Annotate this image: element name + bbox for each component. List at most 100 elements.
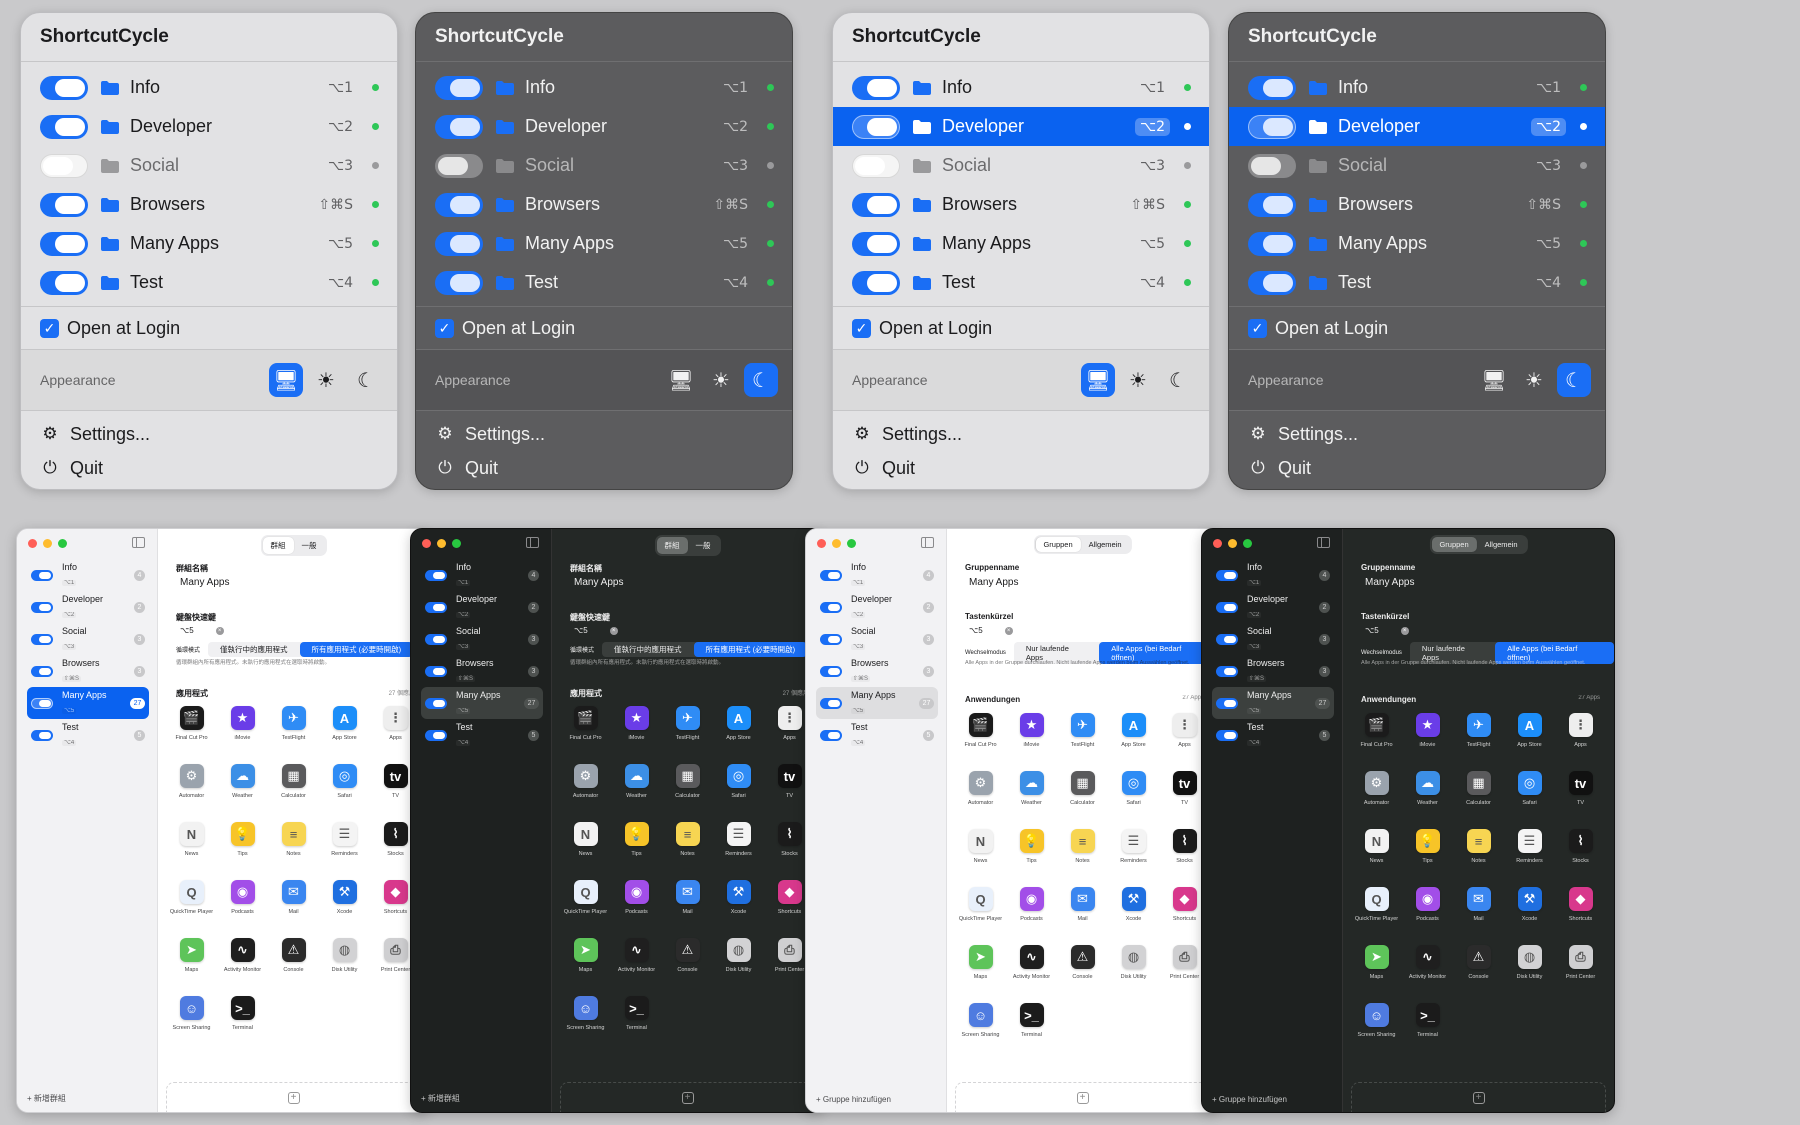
app-item[interactable]: ◍ Disk Utility [319,938,370,996]
minimize-button[interactable] [1228,539,1237,548]
menu-group-row[interactable]: Info ⌥1 [833,68,1209,107]
open-at-login-item[interactable]: ✓ Open at Login [21,307,397,349]
shortcut-recorder[interactable]: ⌥5 × [180,626,224,635]
app-item[interactable]: ⚠ Console [268,938,319,996]
app-item[interactable]: 🎬 Final Cut Pro [166,706,217,764]
app-item[interactable]: ★ iMovie [1006,713,1057,771]
app-item[interactable]: ⚙ Automator [955,771,1006,829]
app-item[interactable]: ☺ Screen Sharing [560,996,611,1054]
open-at-login-item[interactable]: ✓ Open at Login [416,307,792,349]
settings-item[interactable]: ⚙ Settings... [21,417,397,451]
sidebar-item[interactable]: Developer ⌥2 2 [1212,591,1334,623]
menu-group-row[interactable]: Browsers ⇧⌘S [21,185,397,224]
group-toggle[interactable] [40,153,88,178]
app-item[interactable]: >_ Terminal [611,996,662,1054]
group-name-field[interactable]: Many Apps [574,577,623,588]
group-name-field[interactable]: Many Apps [1365,577,1414,588]
menu-group-row[interactable]: Developer ⌥2 [416,107,792,146]
group-toggle[interactable] [1248,270,1296,295]
app-item[interactable]: ☁ Weather [1006,771,1057,829]
app-item[interactable]: ➤ Maps [955,945,1006,1003]
app-item[interactable]: 💡 Tips [1402,829,1453,887]
group-toggle[interactable] [1216,697,1238,709]
app-item[interactable]: ☺ Screen Sharing [166,996,217,1054]
menu-group-row[interactable]: Many Apps ⌥5 [833,224,1209,263]
moon-icon[interactable]: ☾ [1557,363,1591,397]
sidebar-item[interactable]: Many Apps ⌥5 27 [27,687,149,719]
app-item[interactable]: ✈ TestFlight [1057,713,1108,771]
app-item[interactable]: ◉ Podcasts [611,880,662,938]
group-toggle[interactable] [40,114,88,139]
quit-item[interactable]: ⏻ Quit [21,451,397,485]
add-group-button[interactable]: + 新增群組 [27,1093,66,1104]
plus-icon[interactable]: + [1076,1091,1089,1104]
group-toggle[interactable] [31,601,53,613]
sidebar-item[interactable]: Browsers ⇧⌘S 3 [27,655,149,687]
group-toggle[interactable] [435,153,483,178]
tab-general[interactable]: Allgemein [1477,537,1526,552]
add-group-button[interactable]: + Gruppe hinzufügen [816,1095,891,1104]
clear-shortcut-icon[interactable]: × [215,626,224,635]
group-toggle[interactable] [1248,192,1296,217]
group-toggle[interactable] [435,270,483,295]
group-toggle[interactable] [40,192,88,217]
sidebar-item[interactable]: Browsers ⇧⌘S 3 [816,655,938,687]
group-toggle[interactable] [31,697,53,709]
app-item[interactable]: ☰ Reminders [713,822,764,880]
app-item[interactable]: ⚒ Xcode [713,880,764,938]
app-item[interactable]: ✉ Mail [662,880,713,938]
app-item[interactable]: ◎ Safari [1504,771,1555,829]
group-toggle[interactable] [31,665,53,677]
sidebar-item[interactable]: Social ⌥3 3 [421,623,543,655]
minimize-button[interactable] [832,539,841,548]
tab-general[interactable]: 一般 [688,537,719,554]
app-item[interactable]: ⚒ Xcode [319,880,370,938]
tab-groups[interactable]: Gruppen [1035,537,1081,552]
app-item[interactable]: ◎ Safari [319,764,370,822]
zoom-button[interactable] [1243,539,1252,548]
menu-group-row[interactable]: Info ⌥1 [416,68,792,107]
moon-icon[interactable]: ☾ [744,363,778,397]
tab-groups[interactable]: 群組 [656,537,688,554]
menu-group-row[interactable]: Info ⌥1 [1229,68,1605,107]
checkmark-icon[interactable]: ✓ [435,318,454,338]
open-at-login-item[interactable]: ✓ Open at Login [1229,307,1605,349]
app-item[interactable]: ⎙ Print Center [1555,945,1606,1003]
app-item[interactable]: A App Store [713,706,764,764]
app-item[interactable]: ☰ Reminders [319,822,370,880]
settings-item[interactable]: ⚙ Settings... [1229,417,1605,451]
checkmark-icon[interactable]: ✓ [1248,318,1267,338]
group-toggle[interactable] [31,569,53,581]
sidebar-item[interactable]: Developer ⌥2 2 [27,591,149,623]
clear-shortcut-icon[interactable]: × [609,626,618,635]
add-app-drop-zone[interactable]: + [1351,1082,1606,1112]
group-toggle[interactable] [40,270,88,295]
app-item[interactable]: ◉ Podcasts [1402,887,1453,945]
app-item[interactable]: ➤ Maps [560,938,611,996]
group-toggle[interactable] [1248,114,1296,139]
add-app-drop-zone[interactable]: + [955,1082,1210,1112]
mode-all-option[interactable]: 所有應用程式 (必要時開啟) [693,642,808,657]
sidebar-item[interactable]: Test ⌥4 5 [1212,719,1334,751]
app-item[interactable]: >_ Terminal [1402,1003,1453,1061]
sun-icon[interactable]: ☀ [309,363,343,397]
monitor-icon[interactable]: 🖥 [664,363,698,397]
sidebar-item[interactable]: Browsers ⇧⌘S 3 [1212,655,1334,687]
monitor-icon[interactable]: 🖥 [1081,363,1115,397]
sidebar-item[interactable]: Developer ⌥2 2 [816,591,938,623]
plus-icon[interactable]: + [287,1091,300,1104]
zoom-button[interactable] [58,539,67,548]
app-item[interactable]: N News [1351,829,1402,887]
menu-group-row[interactable]: Social ⌥3 [833,146,1209,185]
menu-group-row[interactable]: Social ⌥3 [1229,146,1605,185]
app-item[interactable]: 💡 Tips [217,822,268,880]
group-toggle[interactable] [31,729,53,741]
app-item[interactable]: tv TV [1555,771,1606,829]
clear-shortcut-icon[interactable]: × [1004,626,1013,635]
app-item[interactable]: ⚙ Automator [166,764,217,822]
close-button[interactable] [28,539,37,548]
group-toggle[interactable] [1216,601,1238,613]
sun-icon[interactable]: ☀ [1121,363,1155,397]
group-toggle[interactable] [852,75,900,100]
app-item[interactable]: ◆ Shortcuts [1555,887,1606,945]
